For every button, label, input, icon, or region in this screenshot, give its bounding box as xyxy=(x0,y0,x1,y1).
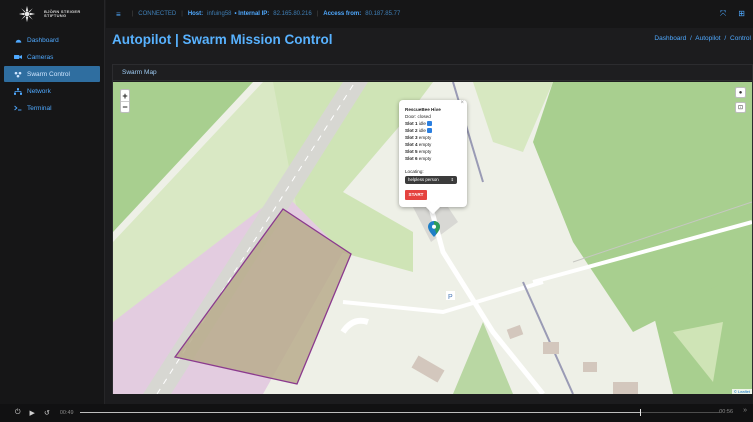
locating-label: Locating: xyxy=(405,169,424,174)
sidebar-item-label: Swarm Control xyxy=(27,70,70,78)
slot-name: Slot 3 xyxy=(405,135,418,140)
access-value: 80.187.85.77 xyxy=(365,11,401,17)
sidebar-item-label: Cameras xyxy=(27,53,54,61)
slot-row: Slot 5 empty xyxy=(405,148,461,155)
slot-status: idle xyxy=(418,121,426,126)
slot-name: Slot 6 xyxy=(405,156,418,161)
breadcrumb-item-dashboard[interactable]: Dashboard xyxy=(654,35,686,42)
map-attribution[interactable]: © Leaflet xyxy=(731,389,752,394)
slot-status: idle xyxy=(418,128,426,133)
video-player-bar: ⏻ ▶ ↺ 00:49 00:56 » xyxy=(0,404,753,422)
locating-value: helpless person xyxy=(408,177,439,182)
zoom-in-button[interactable]: + xyxy=(121,90,129,101)
card-title: Swarm Map xyxy=(113,65,752,81)
menu-toggle-icon[interactable]: ≡ xyxy=(116,10,121,19)
start-button[interactable]: START xyxy=(405,190,427,200)
sidebar-item-network[interactable]: Network xyxy=(4,83,100,99)
slot-row: Slot 4 empty xyxy=(405,141,461,148)
fullscreen-icon[interactable]: ⤧ xyxy=(720,9,726,19)
top-bar: ≡ | CONNECTED | Host: infuing58 • Intern… xyxy=(106,0,753,28)
host-label: Host: xyxy=(187,11,204,17)
camera-icon xyxy=(14,54,22,60)
breadcrumb-separator: / xyxy=(724,35,727,42)
host-value: infuing58 xyxy=(207,11,232,17)
swarm-icon xyxy=(14,71,22,78)
sidebar-item-dashboard[interactable]: Dashboard xyxy=(4,32,100,48)
page-title: Autopilot | Swarm Mission Control xyxy=(112,32,333,47)
terminal-icon xyxy=(14,105,22,111)
power-icon[interactable]: ⏻ xyxy=(15,409,21,417)
svg-text:P: P xyxy=(448,294,453,301)
slot-status: empty xyxy=(418,142,432,147)
slot-status: empty xyxy=(418,156,432,161)
sidebar-item-terminal[interactable]: Terminal xyxy=(4,100,100,116)
sidebar: BJÖRN STEIGER STIFTUNG Dashboard Cameras… xyxy=(0,0,105,404)
breadcrumb: Dashboard / Autopilot / Control xyxy=(654,35,751,42)
close-icon[interactable]: × xyxy=(460,100,464,107)
swarm-map-card: Swarm Map P + − ● ⊡ × RescueBee Hive Doo… xyxy=(112,64,753,394)
video-progress-track[interactable] xyxy=(80,409,720,416)
topbar-actions: ⤧ ⊞ xyxy=(720,9,745,19)
slot-row: Slot 6 empty xyxy=(405,155,461,162)
edit-layers-button[interactable]: ⊡ xyxy=(735,102,746,113)
slot-status: empty xyxy=(418,149,432,154)
sidebar-item-swarm-control[interactable]: Swarm Control xyxy=(4,66,100,82)
divider: | xyxy=(181,11,183,17)
logo-icon xyxy=(18,5,36,23)
play-icon[interactable]: ▶ xyxy=(30,409,35,417)
door-status: Door: closed xyxy=(405,114,431,119)
slot-name: Slot 4 xyxy=(405,142,418,147)
current-time: 00:49 xyxy=(59,410,74,416)
draw-marker-button[interactable]: ● xyxy=(735,87,746,98)
access-label: Access from: xyxy=(323,11,362,17)
slot-status: empty xyxy=(418,135,432,140)
zoom-out-button[interactable]: − xyxy=(121,101,129,112)
breadcrumb-item-control[interactable]: Control xyxy=(730,35,751,42)
connection-status: CONNECTED xyxy=(138,11,177,17)
video-controls: ⏻ ▶ ↺ xyxy=(15,409,50,417)
logo[interactable]: BJÖRN STEIGER STIFTUNG xyxy=(0,0,104,28)
video-progress-fill xyxy=(80,412,640,413)
divider: | xyxy=(131,11,134,17)
duration: 00:56 xyxy=(719,409,733,415)
locating-select[interactable]: helpless person ⇕ xyxy=(405,176,457,184)
divider: | xyxy=(316,11,319,17)
grid-icon[interactable]: ⊞ xyxy=(738,9,745,19)
slot-row: Slot 3 empty xyxy=(405,134,461,141)
network-icon xyxy=(14,87,22,95)
slot-name: Slot 1 xyxy=(405,121,418,126)
sidebar-item-cameras[interactable]: Cameras xyxy=(4,49,100,65)
fast-forward-icon[interactable]: » xyxy=(743,407,747,414)
slot-row: Slot 2 idle xyxy=(405,127,461,134)
popup-title: RescueBee Hive xyxy=(405,107,441,112)
marker-draw-icon: ● xyxy=(738,89,743,96)
replay-icon[interactable]: ↺ xyxy=(44,409,50,417)
sidebar-nav: Dashboard Cameras Swarm Control Network … xyxy=(0,32,104,116)
internal-ip-label: • Internal IP: xyxy=(234,11,270,17)
slot-checkbox[interactable] xyxy=(426,120,432,126)
sidebar-item-label: Terminal xyxy=(27,104,52,112)
map-pin-icon[interactable] xyxy=(428,221,440,237)
slot-name: Slot 2 xyxy=(405,128,418,133)
slot-row: Slot 1 idle xyxy=(405,120,461,127)
slot-checkbox[interactable] xyxy=(426,127,432,133)
map[interactable]: P + − ● ⊡ × RescueBee Hive Door: closed … xyxy=(113,82,752,394)
sidebar-item-label: Dashboard xyxy=(27,36,59,44)
edit-icon: ⊡ xyxy=(737,105,744,111)
chevron-down-icon: ⇕ xyxy=(450,177,454,182)
video-progress-handle[interactable] xyxy=(640,409,641,416)
sidebar-item-label: Network xyxy=(27,87,51,95)
internal-ip-value: 82.165.80.216 xyxy=(273,11,312,17)
hive-popup: × RescueBee Hive Door: closed Slot 1 idl… xyxy=(399,100,467,215)
breadcrumb-separator: / xyxy=(690,35,692,42)
breadcrumb-item-autopilot[interactable]: Autopilot xyxy=(695,35,720,42)
logo-text: BJÖRN STEIGER STIFTUNG xyxy=(44,8,81,18)
dashboard-icon xyxy=(14,37,22,44)
slot-name: Slot 5 xyxy=(405,149,418,154)
zoom-control: + − xyxy=(120,89,130,113)
